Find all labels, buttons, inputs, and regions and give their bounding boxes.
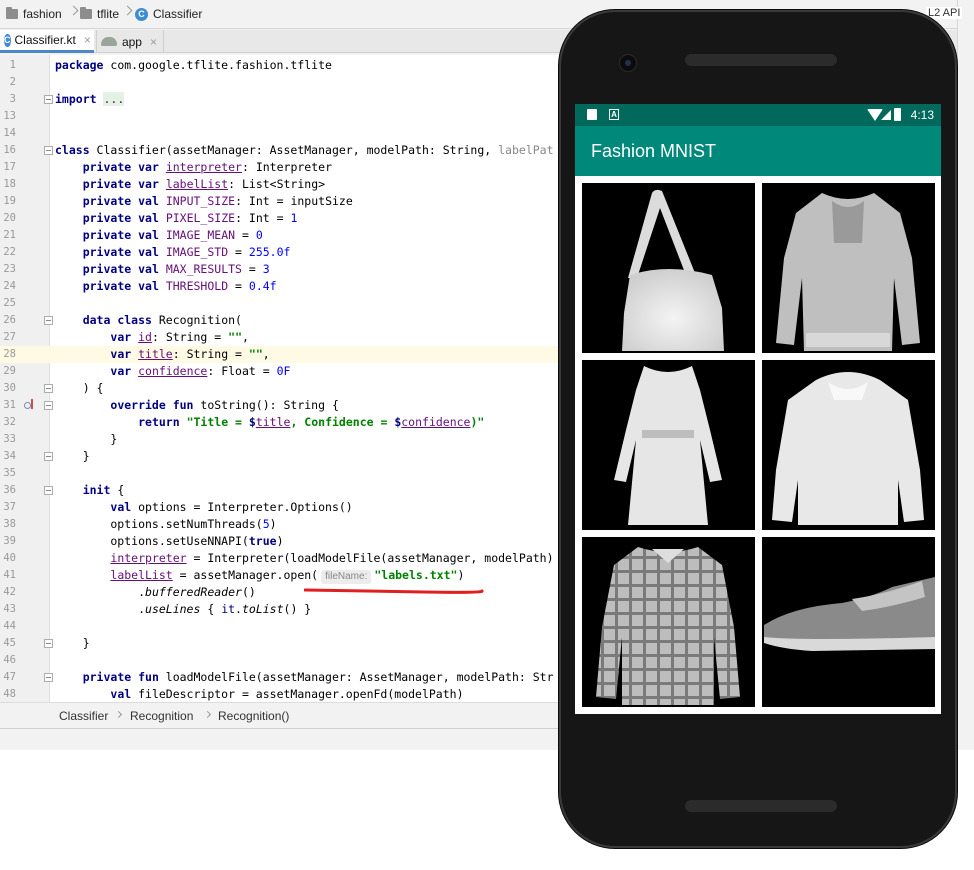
status-crumb-classifier[interactable]: Classifier — [59, 709, 108, 723]
right-tool-strip — [957, 0, 974, 750]
folder-icon — [6, 7, 18, 19]
image-grid — [575, 176, 941, 708]
breadcrumb-separator — [124, 4, 132, 22]
pullover-image[interactable] — [762, 183, 935, 353]
fold-icon[interactable] — [44, 639, 53, 648]
fold-icon[interactable] — [44, 316, 53, 325]
status-crumb-recognition[interactable]: Recognition — [130, 709, 193, 723]
bag-image[interactable] — [582, 183, 755, 353]
fold-icon[interactable] — [44, 486, 53, 495]
breadcrumb-tflite[interactable]: tflite — [80, 7, 119, 21]
front-camera — [619, 54, 637, 72]
red-underline-annotation — [304, 588, 484, 594]
notification-a-icon: A — [609, 109, 619, 120]
status-crumb-recognition-constructor[interactable]: Recognition() — [218, 709, 289, 723]
sneaker-image[interactable] — [762, 537, 935, 707]
fold-icon[interactable] — [44, 401, 53, 410]
breadcrumb-separator — [114, 710, 123, 719]
breadcrumb-separator — [203, 710, 212, 719]
close-icon[interactable]: × — [150, 35, 157, 49]
kotlin-class-icon: C — [4, 33, 11, 47]
parameter-hint: fileName: — [321, 570, 372, 584]
earpiece-speaker — [685, 54, 837, 66]
system-status-bar: A 4:13 — [575, 104, 941, 126]
app-toolbar: Fashion MNIST — [575, 126, 941, 176]
dress-image[interactable] — [582, 360, 755, 530]
tab-app[interactable]: app × — [96, 30, 164, 53]
breadcrumb-separator — [70, 4, 78, 22]
fold-icon[interactable] — [44, 452, 53, 461]
fold-icon[interactable] — [44, 146, 53, 155]
fold-icon[interactable] — [44, 673, 53, 682]
folder-icon — [80, 7, 92, 19]
fold-icon[interactable] — [44, 95, 53, 104]
coat-image[interactable] — [762, 360, 935, 530]
android-emulator: A 4:13 Fashion MNIST — [559, 10, 957, 848]
phone-screen[interactable]: A 4:13 Fashion MNIST — [575, 104, 941, 714]
signal-icon — [881, 110, 891, 120]
api-level-label: L2 API — [926, 7, 963, 19]
app-title: Fashion MNIST — [591, 141, 717, 161]
fold-icon[interactable] — [44, 384, 53, 393]
bottom-speaker — [685, 800, 837, 812]
breadcrumb-classifier[interactable]: C Classifier — [135, 7, 202, 21]
shirt-image[interactable] — [582, 537, 755, 707]
close-icon[interactable]: × — [84, 33, 91, 47]
override-icon[interactable] — [24, 399, 34, 411]
folded-imports[interactable]: ... — [103, 92, 125, 106]
sd-card-icon — [587, 109, 597, 120]
tab-classifier-kt[interactable]: C Classifier.kt × — [0, 30, 94, 53]
breadcrumb-fashion[interactable]: fashion — [6, 7, 62, 21]
battery-icon — [894, 108, 901, 121]
android-module-icon — [101, 37, 117, 46]
clock: 4:13 — [910, 108, 934, 122]
kotlin-class-icon: C — [135, 7, 148, 21]
